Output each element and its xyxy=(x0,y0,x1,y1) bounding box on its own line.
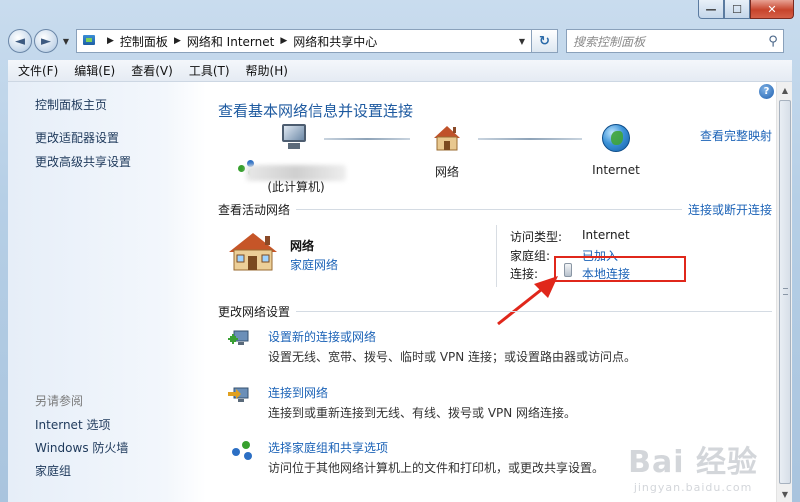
connect-disconnect-link[interactable]: 连接或断开连接 xyxy=(688,201,772,218)
setup-new-connection-desc: 设置无线、宽带、拨号、临时或 VPN 连接；或设置路由器或访问点。 xyxy=(268,350,637,364)
active-networks-heading: 查看活动网络 xyxy=(218,202,291,217)
annotation-highlight-box xyxy=(554,256,686,282)
setup-new-connection-link[interactable]: 设置新的连接或网络 xyxy=(268,328,376,345)
connect-to-network-link[interactable]: 连接到网络 xyxy=(268,384,328,401)
sidebar-link-advanced-sharing[interactable]: 更改高级共享设置 xyxy=(35,153,131,170)
sidebar: 控制面板主页 更改适配器设置 更改高级共享设置 另请参阅 Internet 选项… xyxy=(8,82,206,502)
watermark-logo: Bai 经验 xyxy=(628,445,758,480)
sidebar-link-windows-firewall[interactable]: Windows 防火墙 xyxy=(35,439,128,456)
menu-edit[interactable]: 编辑(E) xyxy=(66,62,123,79)
network-type-link[interactable]: 家庭网络 xyxy=(290,256,338,273)
page-title: 查看基本网络信息并设置连接 xyxy=(218,102,414,120)
homegroup-sharing-options-link[interactable]: 选择家庭组和共享选项 xyxy=(268,439,388,456)
menu-help[interactable]: 帮助(H) xyxy=(238,62,296,79)
map-connector xyxy=(478,138,582,140)
access-type-label: 访问类型: xyxy=(510,230,563,244)
computer-icon[interactable] xyxy=(280,124,310,154)
homegroup-sharing-icon[interactable] xyxy=(232,441,254,461)
network-label: 网络 xyxy=(434,165,459,179)
vertical-scrollbar[interactable]: ▲ ▼ xyxy=(776,82,792,502)
internet-label: Internet xyxy=(592,163,640,177)
sidebar-link-control-panel-home[interactable]: 控制面板主页 xyxy=(35,96,107,113)
homegroup-sharing-options-desc: 访问位于其他网络计算机上的文件和打印机，或更改共享设置。 xyxy=(268,461,605,475)
refresh-button[interactable]: ↻ xyxy=(532,29,558,53)
search-box[interactable]: 搜索控制面板 ⚲ xyxy=(566,29,784,53)
sidebar-link-homegroup[interactable]: 家庭组 xyxy=(35,462,71,479)
computer-label: (此计算机) xyxy=(267,180,325,194)
homegroup-label: 家庭组: xyxy=(510,249,551,263)
close-button[interactable]: ✕ xyxy=(750,0,794,19)
minimize-button[interactable]: — xyxy=(698,0,724,19)
home-network-large-icon[interactable] xyxy=(226,232,278,272)
address-dropdown-icon[interactable]: ▼ xyxy=(513,37,531,46)
menu-tools[interactable]: 工具(T) xyxy=(181,62,238,79)
content-area: 控制面板主页 更改适配器设置 更改高级共享设置 另请参阅 Internet 选项… xyxy=(8,82,792,502)
back-button[interactable]: ◄ xyxy=(8,29,32,53)
breadcrumb-network-sharing-center[interactable]: 网络和共享中心 xyxy=(293,33,377,50)
breadcrumb-network-internet[interactable]: 网络和 Internet xyxy=(187,33,274,50)
sidebar-link-change-adapter-settings[interactable]: 更改适配器设置 xyxy=(35,129,119,146)
sidebar-link-internet-options[interactable]: Internet 选项 xyxy=(35,416,110,433)
section-divider xyxy=(296,310,772,312)
menu-view[interactable]: 查看(V) xyxy=(123,62,181,79)
recent-pages-dropdown[interactable]: ▼ xyxy=(60,37,72,46)
section-divider xyxy=(296,208,682,210)
window-frame: — ☐ ✕ ◄ ► ▼ ▶ 控制面板 ▶ 网络和 Internet ▶ 网络和共… xyxy=(0,0,800,502)
navigation-bar: ◄ ► ▼ ▶ 控制面板 ▶ 网络和 Internet ▶ 网络和共享中心 ▼ … xyxy=(8,27,792,55)
change-settings-header: 更改网络设置 xyxy=(218,302,772,320)
active-networks-header: 查看活动网络 连接或断开连接 xyxy=(218,200,772,218)
baidu-jingyan-watermark: Bai 经验 jingyan.baidu.com xyxy=(628,437,758,494)
see-also-heading: 另请参阅 xyxy=(35,394,84,408)
help-icon[interactable]: ? xyxy=(759,84,774,99)
search-input[interactable]: 搜索控制面板 xyxy=(573,33,763,50)
menu-file[interactable]: 文件(F) xyxy=(10,62,66,79)
connect-to-network-icon[interactable] xyxy=(228,384,254,406)
scroll-up-icon[interactable]: ▲ xyxy=(778,82,792,98)
scroll-down-icon[interactable]: ▼ xyxy=(778,486,792,502)
home-network-icon[interactable] xyxy=(432,124,462,152)
maximize-button[interactable]: ☐ xyxy=(724,0,750,19)
scroll-thumb[interactable] xyxy=(779,100,791,484)
internet-globe-icon[interactable] xyxy=(602,124,630,152)
network-name: 网络 xyxy=(290,239,315,253)
address-bar[interactable]: ▶ 控制面板 ▶ 网络和 Internet ▶ 网络和共享中心 ▼ xyxy=(76,29,532,53)
connect-to-network-desc: 连接到或重新连接到无线、有线、拨号或 VPN 网络连接。 xyxy=(268,406,577,420)
change-settings-heading: 更改网络设置 xyxy=(218,304,291,319)
map-connector xyxy=(324,138,410,140)
menu-bar: 文件(F) 编辑(E) 查看(V) 工具(T) 帮助(H) xyxy=(8,60,792,82)
breadcrumb-control-panel[interactable]: 控制面板 xyxy=(120,33,168,50)
forward-button[interactable]: ► xyxy=(34,29,58,53)
new-connection-icon[interactable] xyxy=(228,328,254,350)
chevron-right-icon[interactable]: ▶ xyxy=(174,36,181,46)
control-panel-icon xyxy=(81,33,99,49)
watermark-url: jingyan.baidu.com xyxy=(633,481,753,494)
view-full-map-link[interactable]: 查看完整映射 xyxy=(700,127,772,144)
access-type-value: Internet xyxy=(582,228,630,242)
chevron-right-icon[interactable]: ▶ xyxy=(107,36,114,46)
chevron-right-icon[interactable]: ▶ xyxy=(280,36,287,46)
search-icon[interactable]: ⚲ xyxy=(763,34,783,49)
caption-buttons: — ☐ ✕ xyxy=(698,0,794,19)
